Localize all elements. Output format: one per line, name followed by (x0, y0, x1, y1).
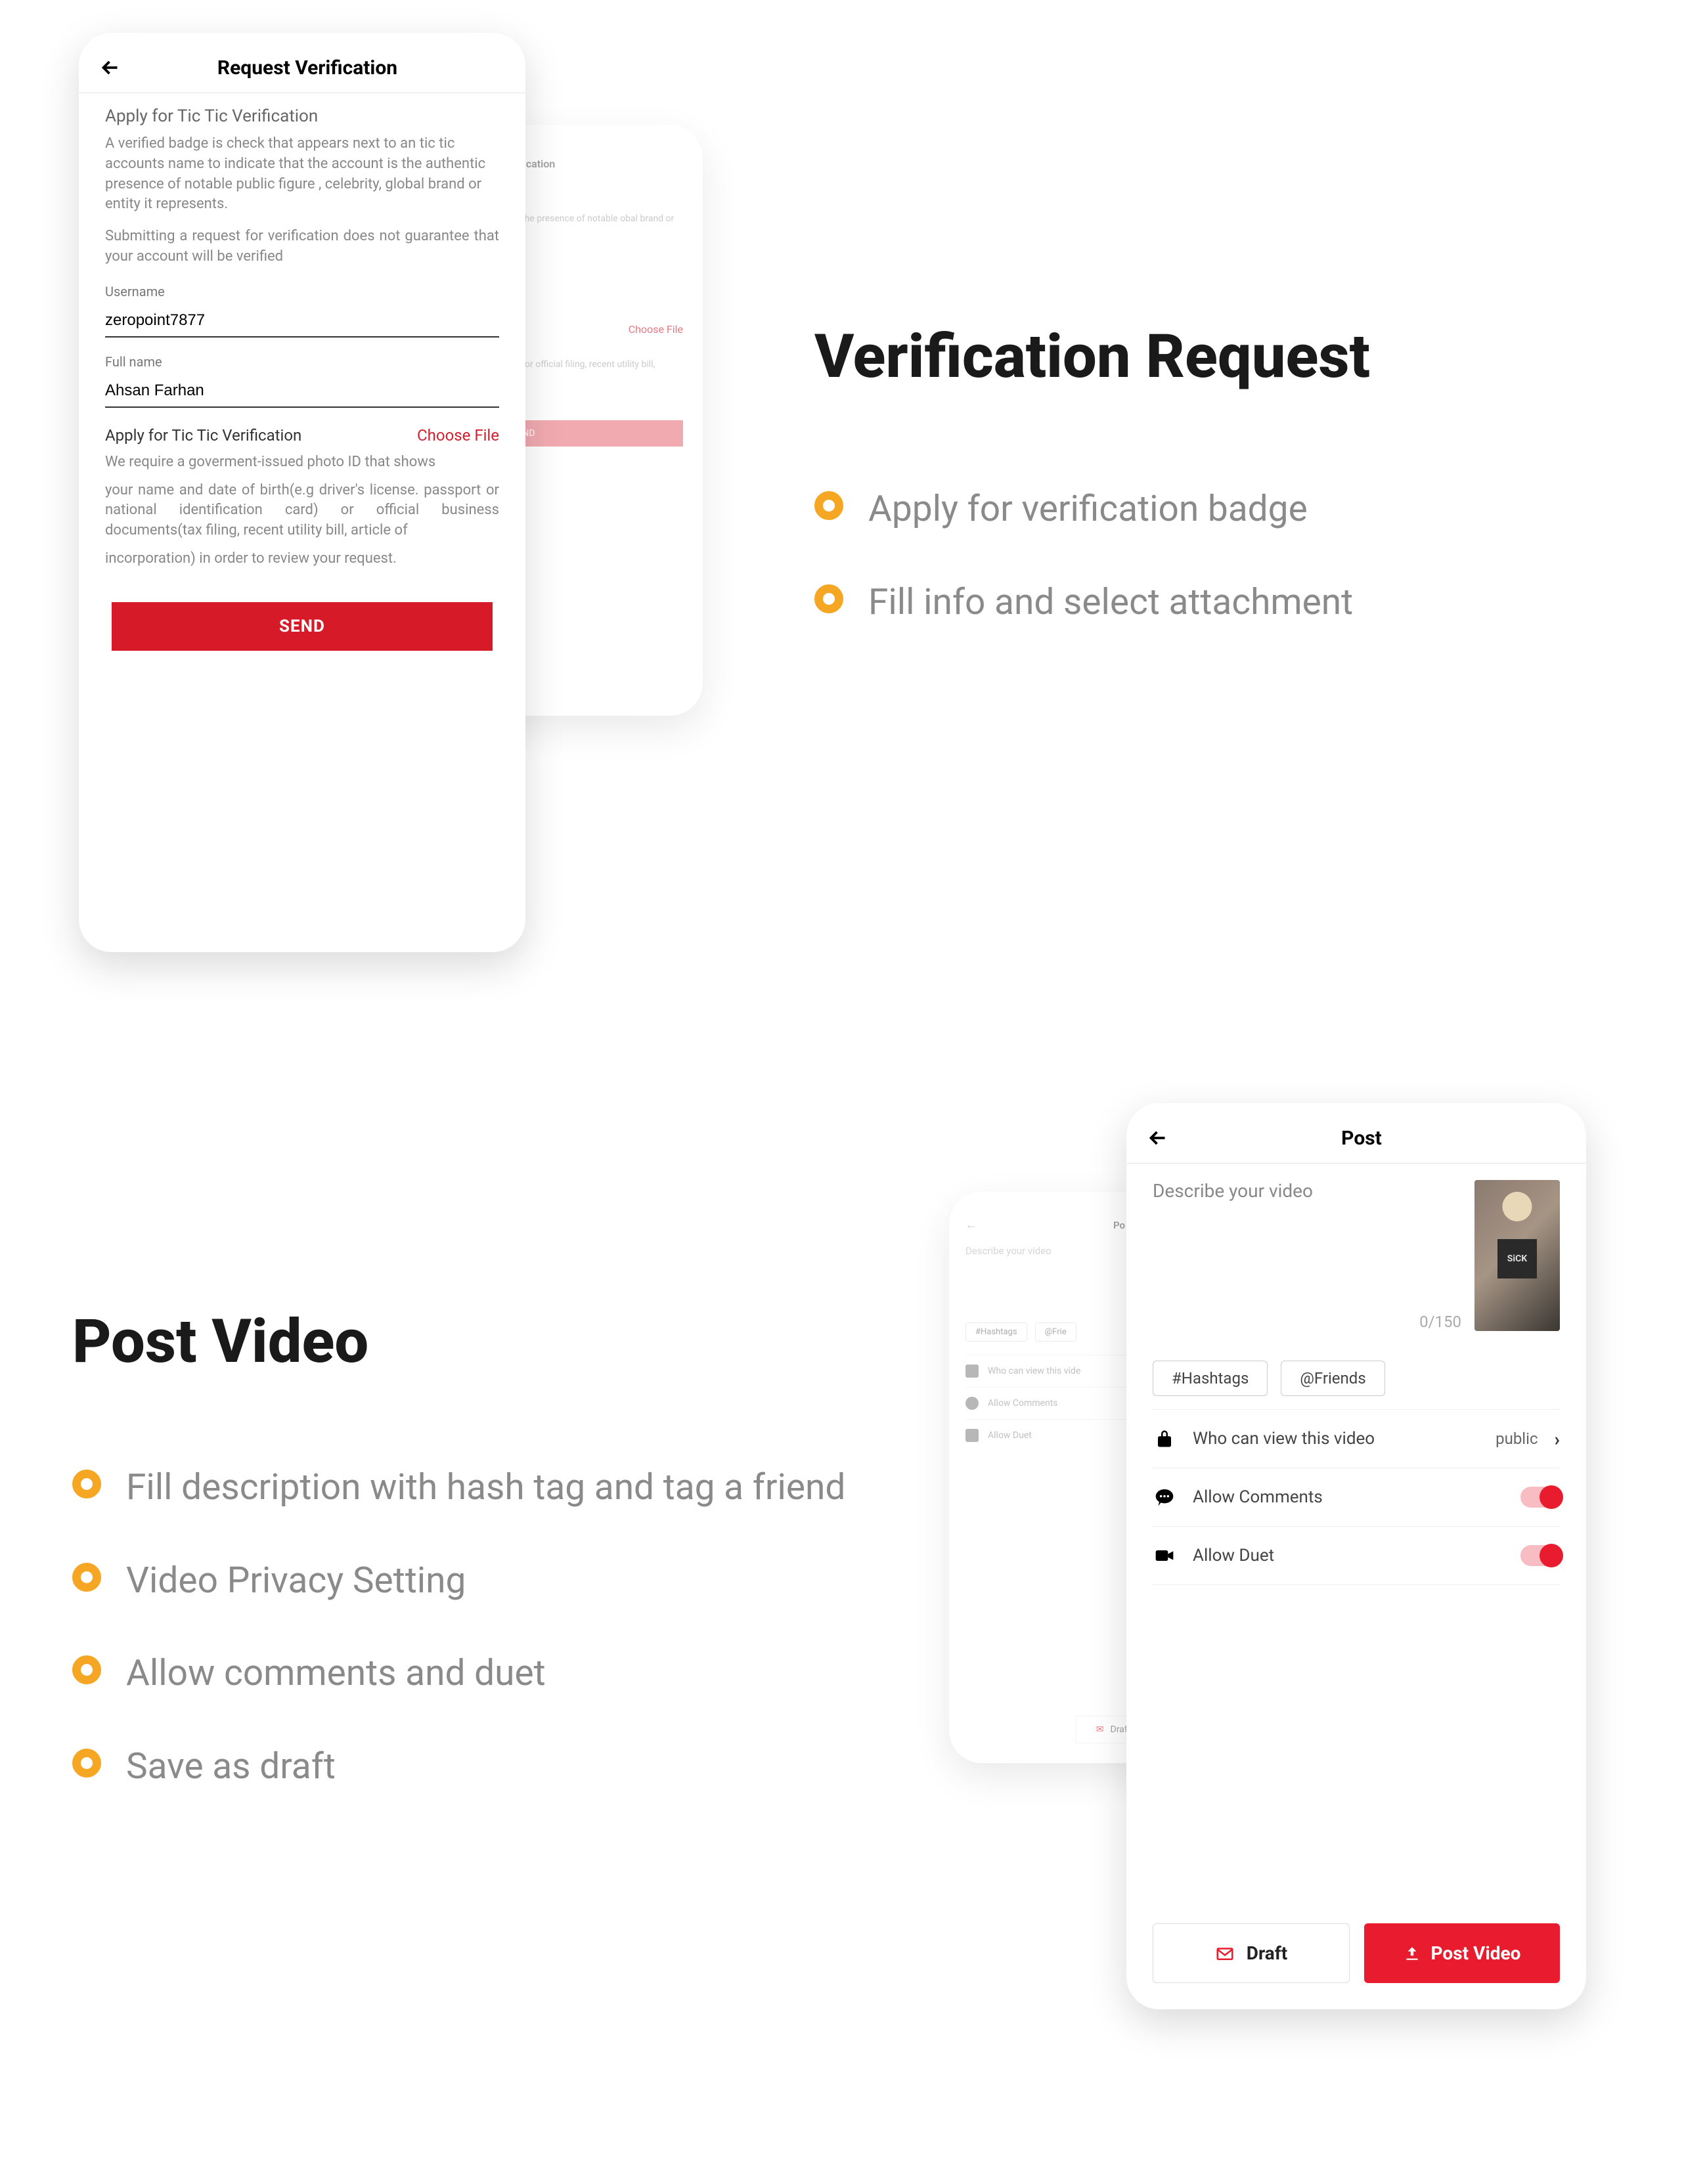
lock-icon (1153, 1427, 1176, 1451)
duet-toggle[interactable] (1520, 1545, 1560, 1566)
duet-label: Allow Duet (1193, 1546, 1504, 1565)
verification-phone: Request Verification Apply for Tic Tic V… (79, 33, 525, 952)
video-thumbnail[interactable] (1474, 1180, 1560, 1331)
privacy-setting-row[interactable]: Who can view this video public › (1153, 1409, 1560, 1468)
friends-chip[interactable]: @Friends (1281, 1361, 1385, 1396)
envelope-icon: ✉ (1096, 1724, 1104, 1735)
video-icon (1153, 1544, 1176, 1567)
bullet-icon (72, 1655, 101, 1684)
section-title-post: Post Video (72, 1307, 368, 1377)
requirement-text-1: We require a goverment-issued photo ID t… (105, 452, 499, 473)
comment-icon (965, 1397, 979, 1410)
apply-heading: Apply for Tic Tic Verification (105, 106, 499, 126)
post-bullets: Fill description with hash tag and tag a… (72, 1464, 845, 1836)
username-input[interactable] (105, 305, 499, 338)
comments-setting-row: Allow Comments (1153, 1468, 1560, 1526)
file-section-label: Apply for Tic Tic Verification (105, 426, 301, 445)
post-video-button[interactable]: Post Video (1364, 1923, 1560, 1983)
draft-button[interactable]: Draft (1153, 1923, 1350, 1983)
send-button[interactable]: SEND (112, 602, 493, 651)
description-input[interactable]: Describe your video (1153, 1180, 1461, 1202)
fullname-input[interactable] (105, 375, 499, 408)
comments-label: Allow Comments (1193, 1487, 1504, 1507)
section-title-verification: Verification Request (814, 322, 1370, 392)
verification-bullets: Apply for verification badge Fill info a… (814, 486, 1353, 672)
back-arrow-icon[interactable] (1146, 1126, 1170, 1150)
bullet-icon (814, 584, 843, 613)
hashtags-chip[interactable]: #Hashtags (1153, 1361, 1268, 1396)
char-counter: 0/150 (1153, 1313, 1461, 1331)
privacy-value: public (1496, 1430, 1538, 1448)
verification-desc-2: Submitting a request for verification do… (105, 227, 499, 267)
verification-header: Request Verification (79, 33, 525, 93)
privacy-label: Who can view this video (1193, 1429, 1479, 1449)
envelope-icon (1215, 1944, 1235, 1963)
lock-icon (965, 1365, 979, 1378)
post-phone: Post Describe your video 0/150 #Hashtags… (1126, 1103, 1586, 2009)
upload-icon (1404, 1945, 1421, 1962)
back-arrow-icon[interactable] (99, 56, 122, 79)
bullet-icon (72, 1563, 101, 1592)
username-label: Username (105, 284, 499, 299)
fullname-label: Full name (105, 354, 499, 370)
chevron-right-icon: › (1555, 1428, 1560, 1450)
bullet-icon (814, 491, 843, 520)
comments-toggle[interactable] (1520, 1487, 1560, 1508)
comment-icon (1153, 1485, 1176, 1509)
post-title: Post (1183, 1127, 1540, 1150)
bullet-icon (72, 1470, 101, 1498)
requirement-text-2: your name and date of birth(e.g driver's… (105, 481, 499, 541)
verification-desc-1: A verified badge is check that appears n… (105, 134, 499, 215)
post-header: Post (1126, 1103, 1586, 1164)
duet-setting-row: Allow Duet (1153, 1526, 1560, 1585)
bullet-icon (72, 1749, 101, 1778)
requirement-text-3: incorporation) in order to review your r… (105, 549, 499, 569)
video-icon (965, 1429, 979, 1442)
choose-file-button[interactable]: Choose File (417, 426, 499, 445)
verification-title: Request Verification (135, 56, 479, 79)
